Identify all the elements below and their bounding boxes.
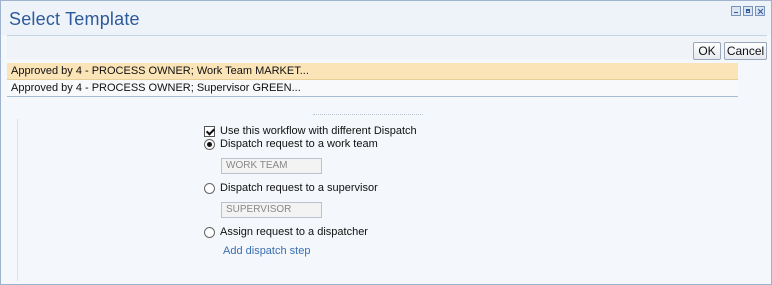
window-controls	[731, 6, 765, 16]
use-workflow-option[interactable]: Use this workflow with different Dispatc…	[204, 125, 417, 137]
dispatch-panel	[17, 119, 763, 281]
supervisor-field[interactable]: SUPERVISOR	[221, 202, 322, 218]
template-list: Approved by 4 - PROCESS OWNER; Work Team…	[7, 63, 738, 97]
maximize-icon[interactable]	[743, 6, 753, 16]
dispatch-supervisor-radio[interactable]	[204, 182, 215, 194]
divider	[313, 114, 423, 115]
list-item[interactable]: Approved by 4 - PROCESS OWNER; Work Team…	[7, 63, 738, 80]
cancel-button[interactable]: Cancel	[724, 42, 767, 60]
assign-dispatcher-option[interactable]: Assign request to a dispatcher	[204, 226, 368, 238]
close-icon[interactable]	[755, 6, 765, 16]
title-bar: Select Template	[1, 1, 771, 35]
dialog-title: Select Template	[9, 9, 140, 29]
dispatch-work-team-label: Dispatch request to a work team	[220, 138, 378, 150]
minimize-icon[interactable]	[731, 6, 741, 16]
dispatch-work-team-radio[interactable]	[204, 138, 215, 150]
select-template-dialog: Select Template OK Cancel Approved by 4 …	[0, 0, 772, 285]
work-team-field[interactable]: WORK TEAM	[221, 158, 322, 174]
dialog-toolbar: OK Cancel	[7, 35, 767, 60]
assign-dispatcher-label: Assign request to a dispatcher	[220, 226, 368, 238]
dispatch-supervisor-label: Dispatch request to a supervisor	[220, 182, 378, 194]
use-workflow-checkbox[interactable]	[204, 125, 215, 137]
ok-button[interactable]: OK	[693, 42, 721, 60]
assign-dispatcher-radio[interactable]	[204, 226, 215, 238]
use-workflow-label: Use this workflow with different Dispatc…	[220, 125, 417, 137]
dispatch-supervisor-option[interactable]: Dispatch request to a supervisor	[204, 182, 378, 194]
add-dispatch-step-link[interactable]: Add dispatch step	[223, 245, 310, 257]
list-item[interactable]: Approved by 4 - PROCESS OWNER; Superviso…	[7, 80, 738, 97]
dispatch-work-team-option[interactable]: Dispatch request to a work team	[204, 138, 378, 150]
